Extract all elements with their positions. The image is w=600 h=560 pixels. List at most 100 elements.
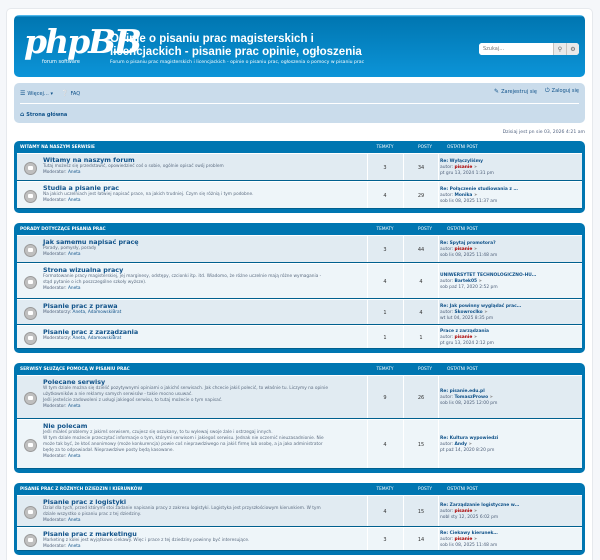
forum-title-link[interactable]: Pisanie prac z zarządzania <box>43 328 363 336</box>
col-posts-header: POSTY <box>418 226 432 232</box>
topics-count: 1 <box>383 335 387 341</box>
last-post-author-link[interactable]: TomaszProwo <box>455 395 489 400</box>
header-bar: phpBB forum software Opinie o pisaniu pr… <box>14 15 585 77</box>
moderator-link[interactable]: Aneta <box>68 454 81 459</box>
category-title[interactable]: SERWISY SŁUŻĄCE POMOCĄ W PISANIU PRAC <box>20 367 130 372</box>
col-topics-header: TEMATY <box>376 144 394 150</box>
moderator-label: Moderator: <box>43 286 67 291</box>
topics-count: 3 <box>383 537 387 543</box>
forum-title-link[interactable]: Witamy na naszym forum <box>43 156 363 164</box>
column-divider <box>367 420 368 468</box>
logo-tagline: forum software <box>42 59 80 65</box>
view-latest-post-icon[interactable]: ➤ <box>474 247 478 252</box>
last-post-author-label: autor: <box>440 310 454 315</box>
moderator-link[interactable]: Aneta <box>68 404 81 409</box>
last-post-author-link[interactable]: Monika <box>455 193 473 198</box>
forum-title-link[interactable]: Studia a pisanie prac <box>43 184 363 192</box>
last-post-author-link[interactable]: pisanie <box>455 335 473 340</box>
moderator-link[interactable]: Aneta <box>68 518 81 523</box>
last-post-author-link[interactable]: pisanie <box>455 537 473 542</box>
chevron-down-icon: ▾ <box>48 90 54 97</box>
last-post: Re: Spytaj promotora? autor: pisanie ➤ sob… <box>440 241 560 259</box>
forum-title-link[interactable]: Pisanie prac z logistyki <box>43 498 363 506</box>
last-post-author-link[interactable]: Andy <box>455 442 468 447</box>
forum-title-link[interactable]: Strona wizualna pracy <box>43 266 363 274</box>
view-latest-post-icon[interactable]: ➤ <box>468 442 472 447</box>
forum-list: WITAMY NA NASZYM SERWISIE TEMATY POSTY OSTA… <box>14 141 585 555</box>
view-latest-post-icon[interactable]: ➤ <box>479 279 483 284</box>
register-link[interactable]: ✎ Zarejestruj się <box>494 88 537 95</box>
last-post: Prace z zarządzania autor: pisanie ➤ pt gr… <box>440 329 560 347</box>
column-divider <box>367 182 368 208</box>
column-divider <box>438 376 439 418</box>
column-divider <box>367 528 368 550</box>
forum-row: Pisanie prac z zarządzania Moderatorzy: A… <box>17 325 582 349</box>
view-latest-post-icon[interactable]: ➤ <box>484 310 488 315</box>
breadcrumb-home[interactable]: ⌂ Strona główna <box>20 111 67 118</box>
view-latest-post-icon[interactable]: ➤ <box>474 165 478 170</box>
view-latest-post-icon[interactable]: ➤ <box>474 537 478 542</box>
last-post: Re: Kultura wypowiedzi autor: Andy ➤ pt pa… <box>440 436 560 454</box>
forum-category: SERWISY SŁUŻĄCE POMOCĄ W PISANIU PRAC TEM… <box>14 363 585 473</box>
forum-category: PISANIE PRAC Z RÓŻNYCH DZIEDZIN I KIERUN… <box>14 483 585 555</box>
view-latest-post-icon[interactable]: ➤ <box>474 335 478 340</box>
posts-count: 4 <box>419 279 423 285</box>
last-post-author-link[interactable]: Bartek05 <box>455 279 478 284</box>
advanced-search-button[interactable]: ⚙ <box>566 43 579 55</box>
site-logo[interactable]: phpBB forum software <box>24 25 142 69</box>
column-divider <box>367 326 368 348</box>
moderator-link[interactable]: Aneta <box>68 198 81 203</box>
forum-read-icon <box>24 162 37 175</box>
moderator-label: Moderatorzy: <box>43 336 72 341</box>
last-post-date: sob paź 17, 2020 2:52 pm <box>440 285 498 290</box>
search-input[interactable] <box>479 43 553 55</box>
moderator-link[interactable]: Aneta, AdamowskiBrat <box>73 310 122 315</box>
category-header: SERWISY SŁUŻĄCE POMOCĄ W PISANIU PRAC TEM… <box>17 363 582 375</box>
moderator-link[interactable]: Aneta <box>68 544 81 549</box>
search-button[interactable]: ⚲ <box>553 43 566 55</box>
moderator-label: Moderator: <box>43 198 67 203</box>
last-post: Re: Ciekawy kierunek… autor: pisanie ➤ sob… <box>440 531 560 549</box>
posts-count: 14 <box>417 537 425 543</box>
moderator-link[interactable]: Aneta, AdamowskiBrat <box>73 336 122 341</box>
column-divider <box>438 154 439 180</box>
view-latest-post-icon[interactable]: ➤ <box>474 193 478 198</box>
view-latest-post-icon[interactable]: ➤ <box>474 509 478 514</box>
quick-links-menu[interactable]: ☰ Więcej… ▾ <box>20 90 53 97</box>
faq-link[interactable]: ❔ FAQ <box>61 90 80 97</box>
last-post-author-label: autor: <box>440 537 454 542</box>
last-post-date: pt paź 14, 2020 8:20 pm <box>440 448 495 453</box>
moderator-label: Moderator: <box>43 170 67 175</box>
view-latest-post-icon[interactable]: ➤ <box>490 395 494 400</box>
last-post-date: wt lut 04, 2025 8:35 pm <box>440 316 494 321</box>
moderator-link[interactable]: Aneta <box>68 252 81 257</box>
site-description: Forum o pisaniu prac magisterskich i lic… <box>110 60 365 65</box>
forum-title-link[interactable]: Polecane serwisy <box>43 378 363 386</box>
category-title[interactable]: WITAMY NA NASZYM SERWISIE <box>20 145 95 150</box>
moderator-label: Moderator: <box>43 544 67 549</box>
last-post-author-link[interactable]: pisanie <box>455 247 473 252</box>
category-title[interactable]: PISANIE PRAC Z RÓŻNYCH DZIEDZIN I KIERUN… <box>20 487 142 492</box>
column-divider <box>367 376 368 418</box>
moderator-link[interactable]: Aneta <box>68 170 81 175</box>
forum-title-link[interactable]: Pisanie prac z marketingu <box>43 530 363 538</box>
moderator-label: Moderatorzy: <box>43 310 72 315</box>
forum-title-link[interactable]: Jak samemu napisać pracę <box>43 238 363 246</box>
login-link[interactable]: ⏻ Zaloguj się <box>545 87 579 95</box>
last-post-author-link[interactable]: pisanie <box>455 509 473 514</box>
column-divider <box>367 496 368 526</box>
moderator-link[interactable]: Aneta <box>68 286 81 291</box>
category-title[interactable]: PORADY DOTYCZĄCE PISANIA PRAC <box>20 227 106 232</box>
forum-title-link[interactable]: Pisanie prac z prawa <box>43 302 363 310</box>
forum-read-icon <box>24 332 37 345</box>
forum-row: Studia a pisanie prac Na jakich uczelniac… <box>17 181 582 209</box>
last-post-author-link[interactable]: Skowroclko <box>455 310 483 315</box>
last-post-author-link[interactable]: pisanie <box>455 165 473 170</box>
current-date: Dzisiaj jest pn sie 03, 2026 4:21 am <box>502 130 585 135</box>
col-topics-header: TEMATY <box>376 366 394 372</box>
moderator-label: Moderator: <box>43 454 67 459</box>
last-post-date: sob lis 08, 2025 12:00 pm <box>440 401 498 406</box>
site-title: Opinie o pisaniu prac magisterskich i li… <box>110 33 362 58</box>
forum-title-link[interactable]: Nie polecam <box>43 422 363 430</box>
forum-read-icon <box>24 506 37 519</box>
